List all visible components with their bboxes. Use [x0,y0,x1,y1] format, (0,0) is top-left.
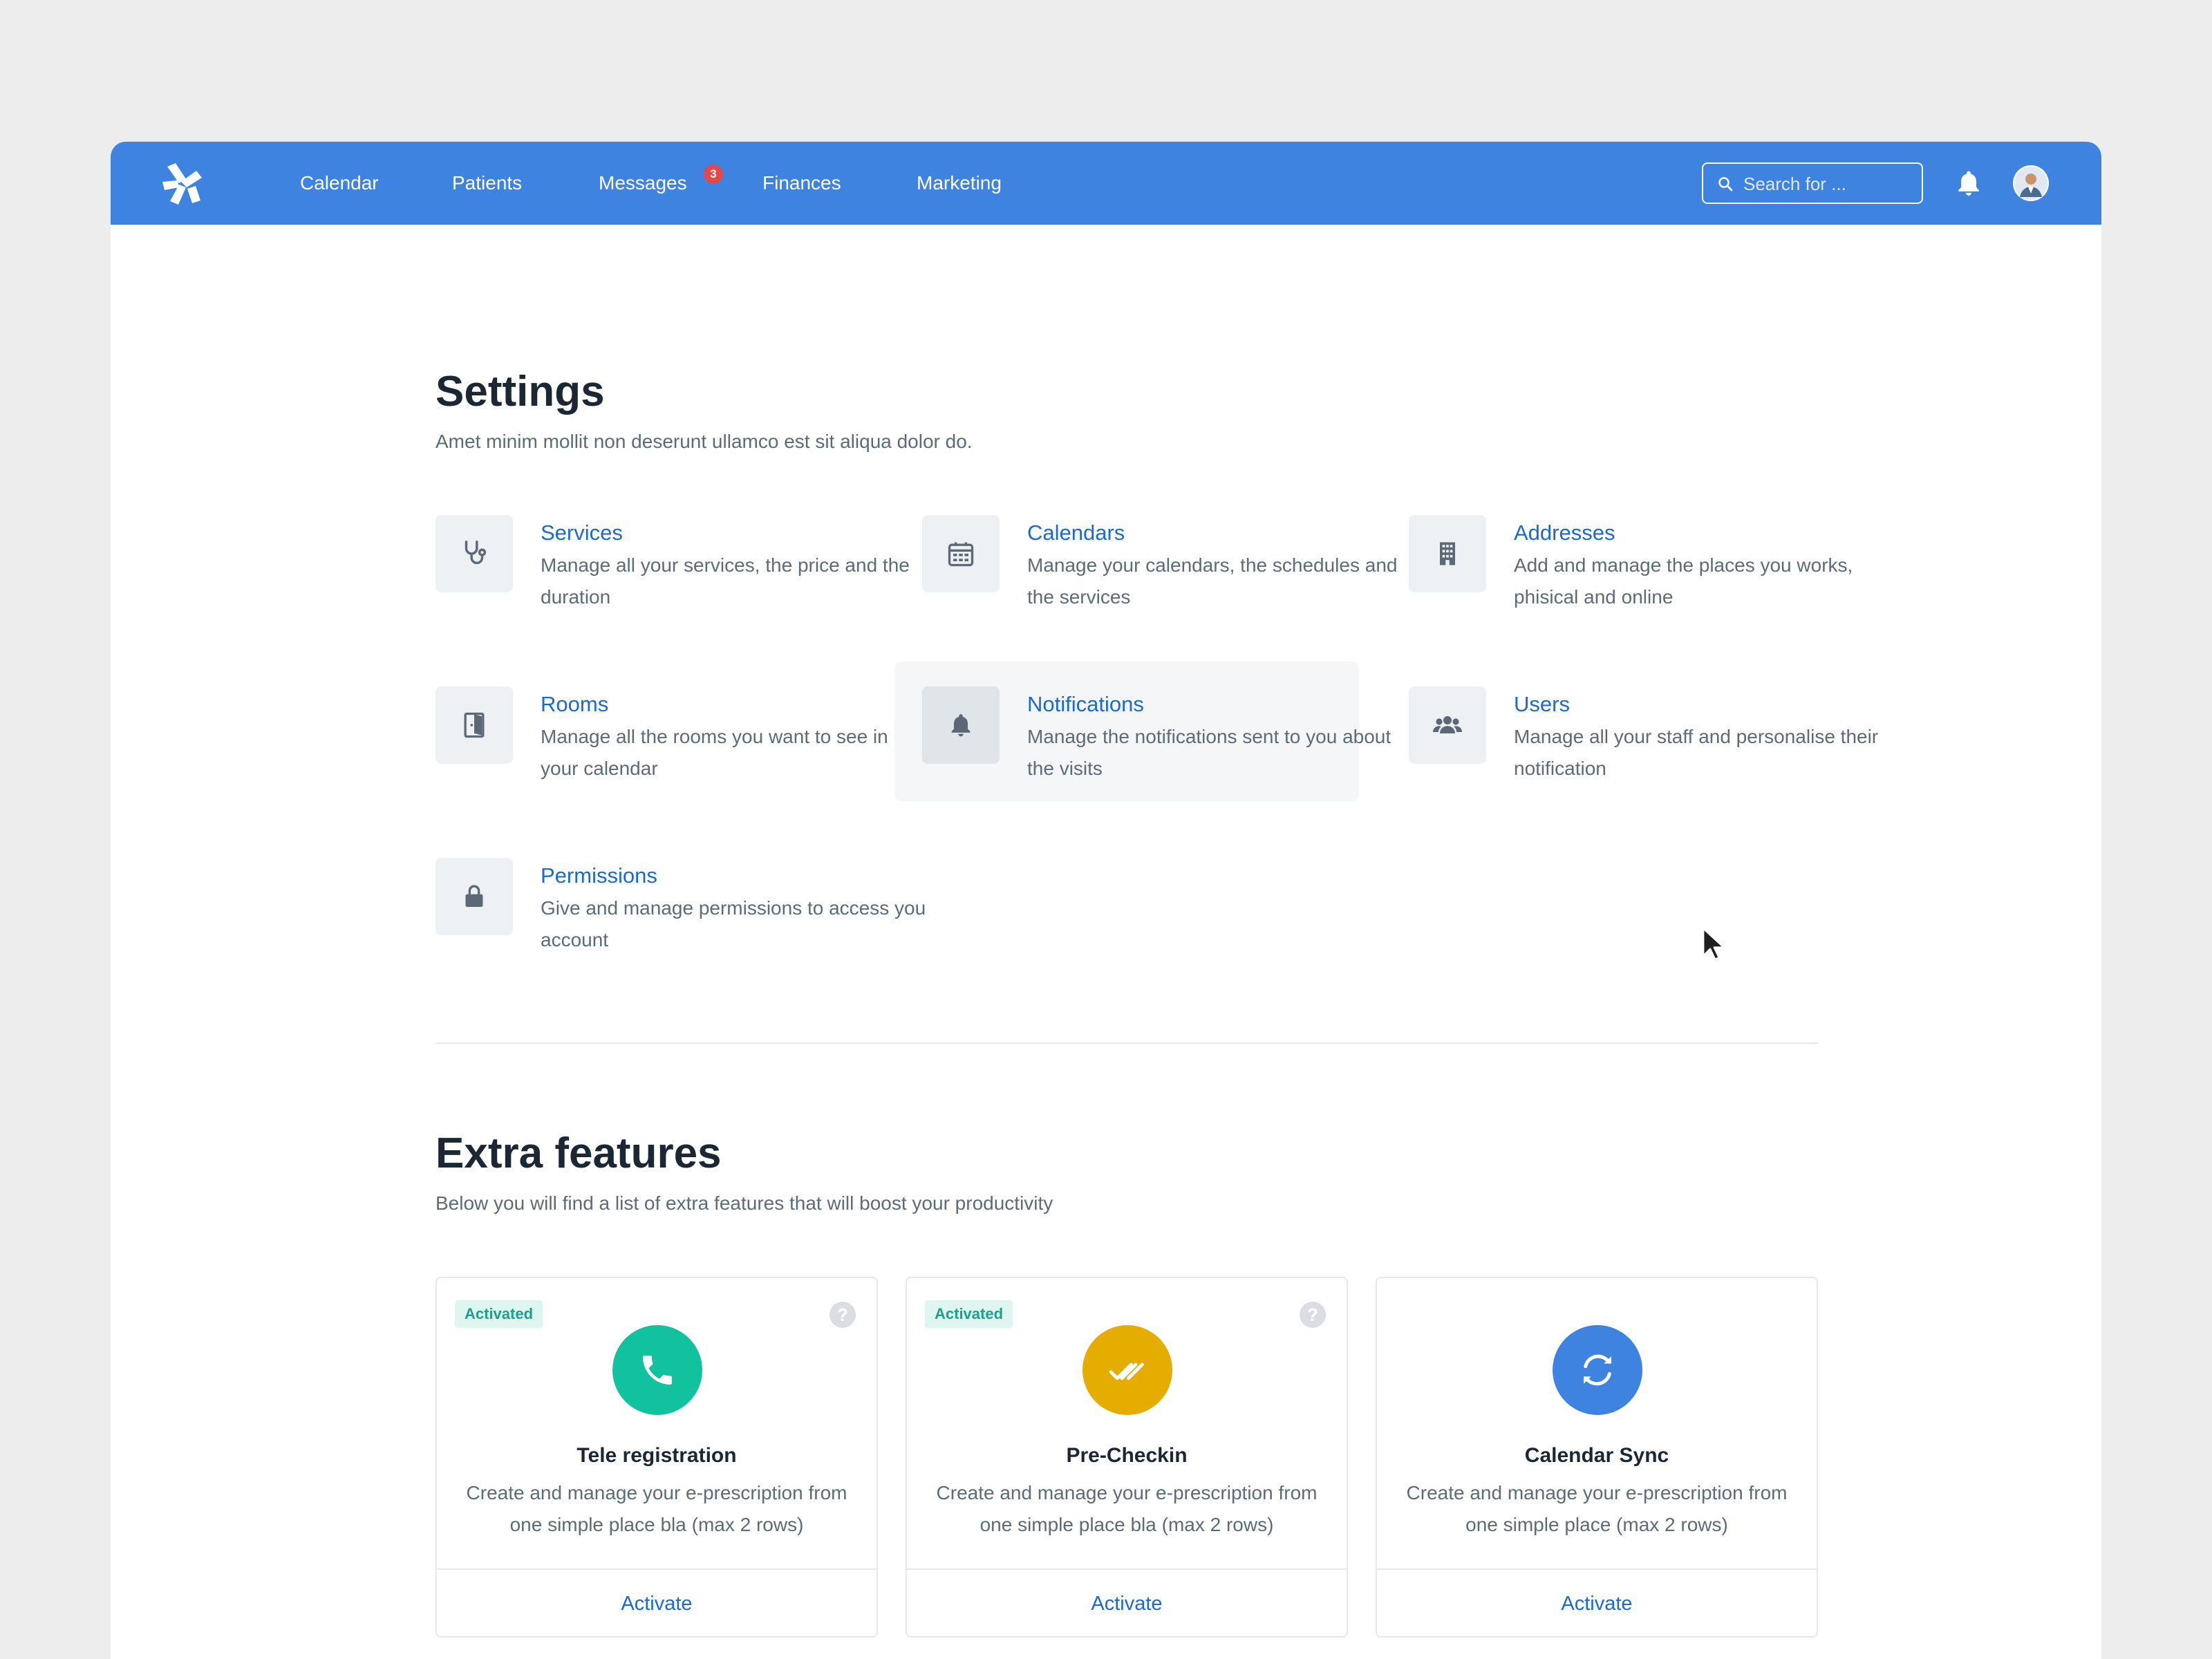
docplanner-logo-icon[interactable] [160,161,206,207]
nav-calendar-label: Calendar [300,172,379,194]
setting-notifications-title[interactable]: Notifications [1027,692,1144,717]
setting-rooms[interactable]: Rooms Manage all the rooms you want to s… [435,686,899,825]
setting-permissions-description: Give and manage permissions to access yo… [541,897,926,950]
nav-patients-label: Patients [452,172,523,194]
double-check-icon [1082,1325,1172,1415]
feature-title: Pre-Checkin [1066,1444,1188,1467]
setting-calendars-title[interactable]: Calendars [1027,521,1125,545]
sync-icon [1553,1325,1642,1415]
setting-users-title[interactable]: Users [1514,692,1570,717]
status-badge: Activated [925,1300,1013,1328]
lock-icon [435,858,513,935]
stethoscope-icon [435,515,513,592]
setting-rooms-description: Manage all the rooms you want to see in … [541,726,888,779]
feature-description: Create and manage your e-prescription fr… [936,1482,1318,1535]
setting-calendars-description: Manage your calendars, the schedules and… [1027,554,1398,608]
nav-finances-label: Finances [762,172,841,194]
app-window: Calendar Patients Messages 3 Finances Ma… [111,142,2101,1659]
users-icon [1409,686,1486,764]
nav-messages[interactable]: Messages 3 [599,142,723,225]
help-icon[interactable]: ? [1300,1302,1326,1328]
setting-permissions-title[interactable]: Permissions [541,863,657,888]
setting-notifications[interactable]: Notifications Manage the notifications s… [894,662,1391,801]
user-avatar-icon [2014,167,2047,200]
feature-card-calendar-sync: Calendar Sync Create and manage your e-p… [1376,1277,1818,1638]
help-icon[interactable]: ? [830,1302,856,1328]
setting-permissions[interactable]: Permissions Give and manage permissions … [435,858,926,996]
feature-description: Create and manage your e-prescription fr… [1406,1482,1788,1535]
nav-finances[interactable]: Finances [762,142,841,225]
nav-messages-label: Messages [599,172,687,194]
feature-title: Calendar Sync [1524,1444,1669,1467]
setting-services-title[interactable]: Services [541,521,623,545]
nav-calendar[interactable]: Calendar [300,142,379,225]
feature-title: Tele registration [577,1444,737,1467]
setting-users[interactable]: Users Manage all your staff and personal… [1409,686,1878,825]
top-navbar: Calendar Patients Messages 3 Finances Ma… [111,142,2101,225]
feature-description: Create and manage your e-prescription fr… [466,1482,847,1535]
setting-notifications-description: Manage the notifications sent to you abo… [1027,726,1391,779]
setting-users-description: Manage all your staff and personalise th… [1514,726,1879,779]
search-input[interactable] [1742,164,1918,204]
feature-card-tele-registration: Activated ? Tele registration Create and… [435,1277,878,1638]
avatar[interactable] [2013,165,2049,201]
calendar-icon [922,515,1000,592]
settings-subtitle: Amet minim mollit non deserunt ullamco e… [435,431,973,452]
search-icon [1718,177,1733,191]
activate-button[interactable]: Activate [907,1568,1347,1639]
feature-card-pre-checkin: Activated ? Pre-Checkin Create and manag… [906,1277,1348,1638]
search-box[interactable] [1702,162,1923,204]
setting-rooms-title[interactable]: Rooms [541,692,608,717]
messages-count-badge: 3 [704,165,723,184]
mouse-cursor-icon [1702,927,1725,961]
setting-addresses-title[interactable]: Addresses [1514,521,1615,545]
settings-title: Settings [435,368,605,415]
setting-addresses[interactable]: Addresses Add and manage the places you … [1409,515,1872,653]
setting-services[interactable]: Services Manage all your services, the p… [435,515,910,653]
building-icon [1409,515,1486,592]
activate-button[interactable]: Activate [1377,1568,1817,1639]
door-icon [435,686,513,764]
nav-marketing-label: Marketing [917,172,1002,194]
nav-patients[interactable]: Patients [452,142,522,225]
setting-services-description: Manage all your services, the price and … [541,554,910,608]
setting-calendars[interactable]: Calendars Manage your calendars, the sch… [922,515,1397,653]
activate-button[interactable]: Activate [437,1568,877,1639]
phone-icon [612,1325,702,1415]
setting-addresses-description: Add and manage the places you works, phi… [1514,554,1853,608]
bell-icon [922,686,1000,764]
extra-features-title: Extra features [435,1130,722,1177]
section-divider [435,1042,1818,1044]
nav-marketing[interactable]: Marketing [917,142,1002,225]
status-badge: Activated [455,1300,543,1328]
bell-icon[interactable] [1953,168,1984,198]
extra-features-subtitle: Below you will find a list of extra feat… [435,1192,1053,1214]
